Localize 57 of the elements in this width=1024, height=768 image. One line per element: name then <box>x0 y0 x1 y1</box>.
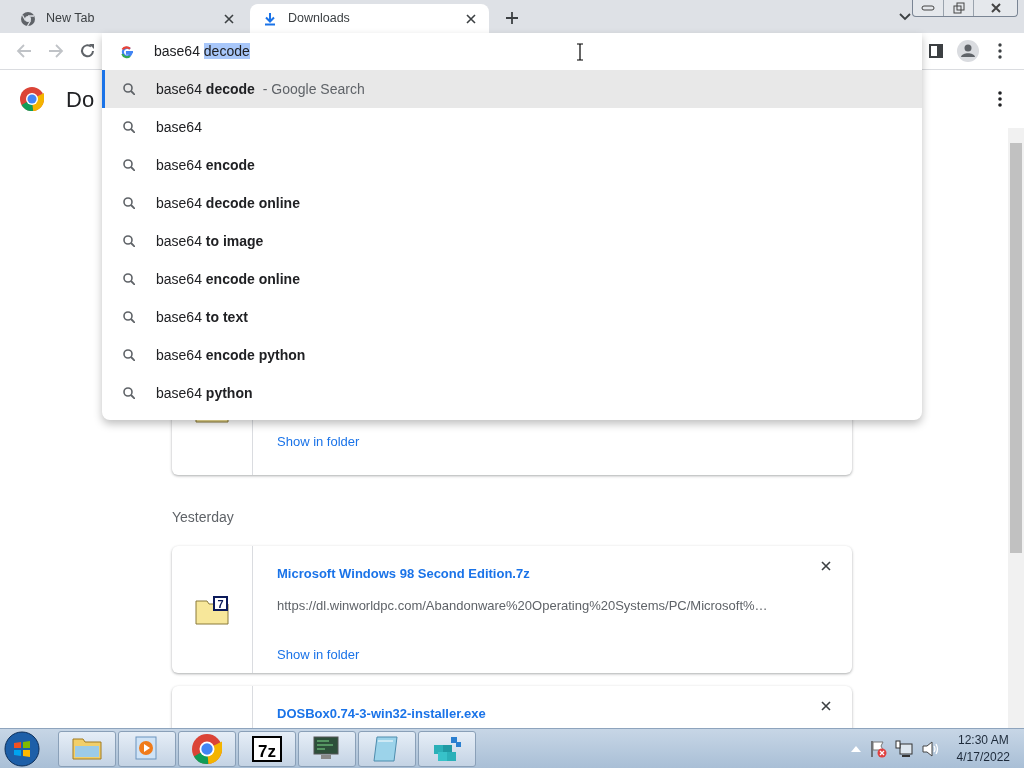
suggestion-item[interactable]: base64 decode - Google Search <box>102 70 922 108</box>
show-in-folder-link[interactable]: Show in folder <box>277 645 360 665</box>
search-icon <box>123 159 135 171</box>
clock[interactable]: 12:30 AM 4/17/2022 <box>956 732 1010 765</box>
new-tab-icon[interactable] <box>505 11 519 25</box>
flag-icon[interactable] <box>868 739 887 758</box>
suggestion-item[interactable]: base64 to image <box>102 222 922 260</box>
search-icon <box>123 83 135 95</box>
taskbar-button[interactable] <box>178 730 236 767</box>
suggestion-item[interactable]: base64 encode <box>102 146 922 184</box>
side-panel-icon <box>929 44 943 58</box>
suggestion-item[interactable]: base64 <box>102 108 922 146</box>
search-icon <box>123 235 135 247</box>
person-icon <box>957 40 979 62</box>
suggestion-item[interactable]: base64 encode python <box>102 336 922 374</box>
file-name-link[interactable]: DOSBox0.74-3-win32-installer.exe <box>277 704 828 724</box>
show-in-folder-link[interactable]: Show in folder <box>277 431 360 451</box>
browser-tab[interactable]: New Tab <box>8 4 247 33</box>
suggestion-item[interactable]: base64 encode online <box>102 260 922 298</box>
search-icon <box>123 197 135 209</box>
search-icon <box>123 311 135 323</box>
volume-icon[interactable] <box>920 739 939 758</box>
search-icon <box>123 273 135 285</box>
more-icon[interactable] <box>998 91 1002 107</box>
close-icon[interactable] <box>465 12 477 25</box>
back-arrow-icon <box>16 43 32 59</box>
search-icon <box>123 387 135 399</box>
file-name-link[interactable]: Microsoft Windows 98 Second Edition.7z <box>277 564 828 584</box>
close-icon[interactable] <box>223 12 235 25</box>
forward-arrow-icon <box>48 43 64 59</box>
browser-tab[interactable]: Downloads <box>250 4 489 33</box>
taskbar-button[interactable]: 7z <box>238 730 296 767</box>
close-icon[interactable] <box>820 700 832 712</box>
text-cursor-icon <box>575 42 584 61</box>
suggestion-item[interactable]: base64 python <box>102 374 922 412</box>
search-icon <box>123 349 135 361</box>
start-button[interactable] <box>4 730 40 767</box>
network-icon[interactable] <box>894 739 913 758</box>
reload-icon <box>80 43 96 59</box>
taskbar-button[interactable] <box>418 730 476 767</box>
google-icon <box>120 44 134 59</box>
chrome-icon <box>20 10 36 27</box>
taskbar-button[interactable] <box>298 730 356 767</box>
scrollbar[interactable] <box>1008 128 1024 728</box>
menu-icon <box>998 43 1002 59</box>
section-heading: Yesterday <box>172 508 235 527</box>
file-url: https://dl.winworldpc.com/Abandonware%20Operating%20Systems/PC/Microsoft%… <box>277 596 769 615</box>
suggestion-item[interactable]: base64 decode online <box>102 184 922 222</box>
search-icon <box>123 121 135 133</box>
chrome-logo-icon <box>20 87 44 111</box>
profile-button[interactable] <box>954 37 982 65</box>
page-title: Do <box>66 85 95 114</box>
download-icon <box>262 10 278 27</box>
address-field[interactable]: base64 decode <box>154 41 250 62</box>
chevron-down-icon[interactable] <box>899 13 911 21</box>
close-icon[interactable] <box>820 560 832 572</box>
suggestion-item[interactable]: base64 to text <box>102 298 922 336</box>
